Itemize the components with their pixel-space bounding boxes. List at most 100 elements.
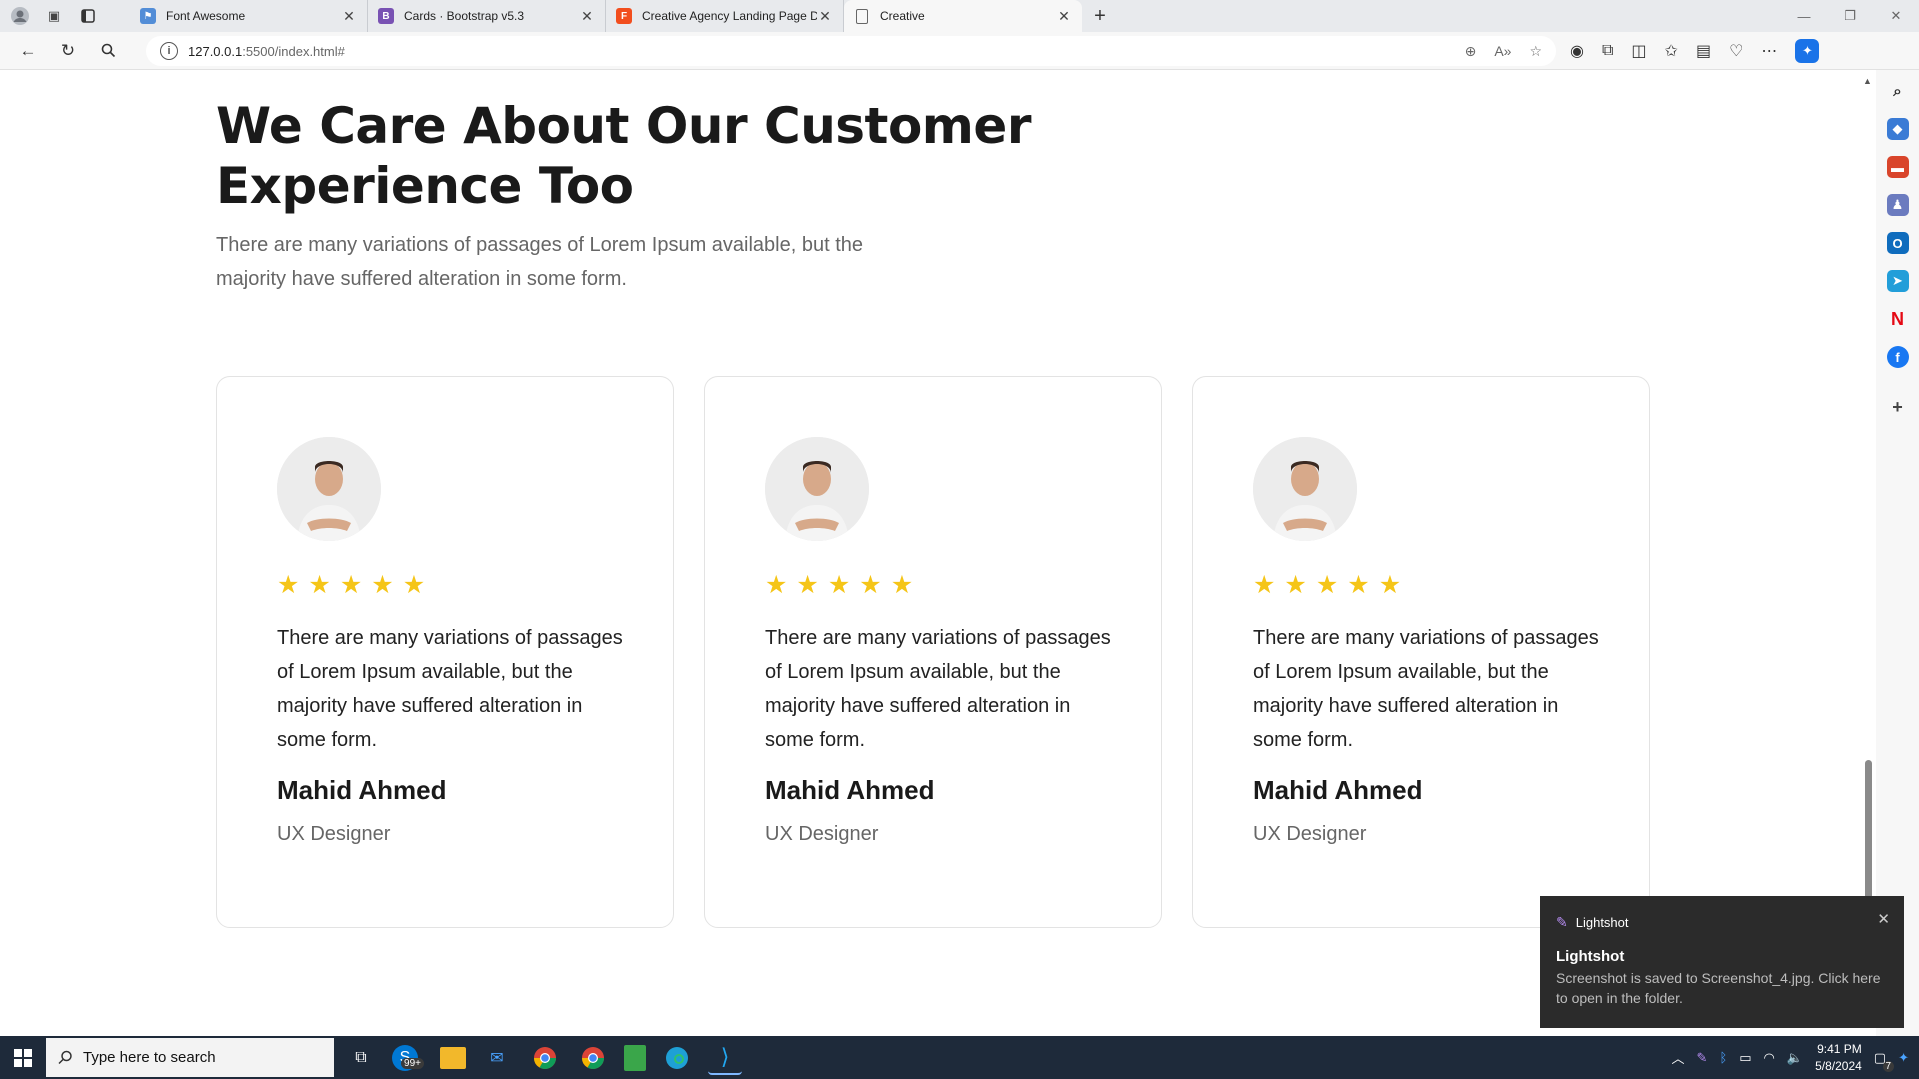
- web-page: We Care About Our Customer Experience To…: [4, 70, 1860, 1036]
- star-icon: ★: [859, 571, 882, 599]
- site-info-icon[interactable]: i: [160, 42, 178, 60]
- windows-start-icon[interactable]: [0, 1036, 46, 1079]
- tools-icon[interactable]: ▬: [1886, 156, 1909, 178]
- tab-strip: ⚑ Font Awesome ✕ B Cards · Bootstrap v5.…: [130, 0, 1118, 32]
- titlebar-left-icons: ▣: [0, 0, 130, 32]
- back-arrow-icon[interactable]: ←: [8, 35, 48, 67]
- profile-icon[interactable]: [10, 6, 30, 26]
- tab-figma-landing[interactable]: F Creative Agency Landing Page D ✕: [606, 0, 844, 32]
- taskbar-apps: ⧉ S 99+ ✉ ⟩: [344, 1041, 742, 1075]
- testimonial-card: ★ ★ ★ ★ ★ There are many variations of passa…: [1192, 376, 1650, 928]
- tab-title: Creative: [880, 9, 925, 23]
- close-icon[interactable]: ✕: [817, 8, 833, 25]
- meet-now-icon[interactable]: ▭: [1739, 1050, 1751, 1066]
- search-icon[interactable]: ⌕: [1887, 80, 1909, 102]
- taskbar-search-input[interactable]: Type here to search: [46, 1038, 334, 1077]
- reviewer-name: Mahid Ahmed: [277, 775, 447, 805]
- outlook-icon[interactable]: O: [1886, 232, 1909, 254]
- reviewer-name: Mahid Ahmed: [765, 775, 935, 805]
- vscode-icon[interactable]: ⟩: [708, 1041, 742, 1075]
- extensions-icon[interactable]: ⧉: [1602, 42, 1613, 60]
- netflix-icon[interactable]: N: [1887, 308, 1909, 330]
- notepad-icon[interactable]: [624, 1044, 646, 1071]
- tab-actions-icon[interactable]: [78, 6, 98, 26]
- chrome-profile-icon[interactable]: [576, 1041, 610, 1075]
- tab-title: Font Awesome: [166, 9, 246, 23]
- close-icon[interactable]: ✕: [341, 8, 357, 25]
- browser-toolbar: ◉ ⧉ ◫ ✩ ▤ ♡ ⋯ ✦: [1570, 32, 1820, 70]
- address-bar-actions: ⊕ A» ☆: [1465, 36, 1542, 66]
- close-icon[interactable]: ✕: [1056, 8, 1072, 25]
- star-icon: ★: [1284, 571, 1307, 599]
- favorite-star-icon[interactable]: ☆: [1529, 43, 1542, 60]
- new-tab-button[interactable]: +: [1082, 0, 1118, 32]
- testimonial-card: ★ ★ ★ ★ ★ There are many variations of passa…: [216, 376, 674, 928]
- browser-essentials-icon[interactable]: ♡: [1729, 41, 1743, 61]
- address-bar[interactable]: i 127.0.0.1:5500/index.html# ⊕ A» ☆: [146, 36, 1556, 66]
- bluetooth-icon[interactable]: ᛒ: [1719, 1050, 1727, 1065]
- reviewer-role: UX Designer: [765, 823, 879, 845]
- favorites-icon[interactable]: ✩: [1665, 41, 1678, 61]
- testimonial-quote: There are many variations of passages of…: [1253, 627, 1599, 751]
- close-window-button[interactable]: ✕: [1873, 0, 1919, 32]
- shopping-tag-icon[interactable]: ◆: [1886, 118, 1909, 140]
- avatar: [1253, 437, 1357, 541]
- window-controls: — ❐ ✕: [1781, 0, 1919, 32]
- games-icon[interactable]: ♟: [1886, 194, 1909, 216]
- add-icon[interactable]: +: [1887, 396, 1909, 418]
- volume-icon[interactable]: 🔈: [1787, 1050, 1803, 1066]
- refresh-icon[interactable]: ↻: [48, 35, 88, 67]
- skype-icon[interactable]: S 99+: [392, 1044, 424, 1071]
- file-explorer-icon[interactable]: [440, 1046, 466, 1069]
- notifications-icon[interactable]: ▢ 7: [1874, 1050, 1895, 1072]
- copilot-taskbar-icon[interactable]: ✦: [1898, 1050, 1909, 1066]
- telegram-icon[interactable]: ➤: [1886, 270, 1909, 292]
- toast-body[interactable]: Screenshot is saved to Screenshot_4.jpg.…: [1556, 968, 1886, 1008]
- tab-font-awesome[interactable]: ⚑ Font Awesome ✕: [130, 0, 368, 32]
- copilot-sync-icon[interactable]: ◉: [1570, 41, 1584, 61]
- tab-creative[interactable]: Creative ✕: [844, 0, 1082, 32]
- close-icon[interactable]: ✕: [579, 8, 595, 25]
- testimonial-quote: There are many variations of passages of…: [277, 627, 623, 751]
- tab-title: Cards · Bootstrap v5.3: [404, 9, 525, 23]
- star-icon: ★: [1378, 571, 1402, 599]
- zoom-icon[interactable]: ⊕: [1465, 43, 1477, 60]
- notification-toast[interactable]: ✎ Lightshot ✕ Lightshot Screenshot is sa…: [1540, 896, 1904, 1028]
- workspaces-icon[interactable]: ▣: [44, 6, 64, 26]
- more-menu-icon[interactable]: ⋯: [1761, 41, 1777, 61]
- chrome-icon[interactable]: [528, 1041, 562, 1075]
- browser-titlebar: ▣ ⚑ Font Awesome ✕ B Cards · Bootstrap v…: [0, 0, 1919, 32]
- star-icon: ★: [796, 571, 819, 599]
- copilot-icon[interactable]: ✦: [1795, 39, 1820, 63]
- tab-bootstrap-cards[interactable]: B Cards · Bootstrap v5.3 ✕: [368, 0, 606, 32]
- star-icon: ★: [1347, 571, 1370, 599]
- url-host: 127.0.0.1: [188, 43, 243, 59]
- page-scrollbar[interactable]: ▲: [1860, 70, 1876, 1036]
- edge-browser-icon[interactable]: [660, 1041, 694, 1075]
- star-icon: ★: [308, 571, 331, 599]
- restore-button[interactable]: ❐: [1827, 0, 1873, 32]
- edge-sidebar: ⌕ ◆ ▬ ♟ O ➤ N f +: [1876, 70, 1919, 1036]
- split-screen-icon[interactable]: ◫: [1631, 41, 1646, 61]
- star-icon: ★: [890, 571, 914, 599]
- system-tray: ︿ ✎ ᛒ ▭ ◠ 🔈 9:41 PM 5/8/2024 ▢ 7 ✦: [1672, 1036, 1919, 1079]
- mail-icon[interactable]: ✉: [480, 1041, 514, 1075]
- facebook-icon[interactable]: f: [1886, 346, 1909, 368]
- testimonial-quote: There are many variations of passages of…: [765, 627, 1111, 751]
- star-rating: ★ ★ ★ ★ ★: [765, 573, 913, 598]
- scroll-up-arrow-icon[interactable]: ▲: [1863, 76, 1872, 86]
- task-view-icon[interactable]: ⧉: [344, 1041, 378, 1075]
- clock[interactable]: 9:41 PM 5/8/2024: [1815, 1041, 1862, 1075]
- lightshot-tray-icon[interactable]: ✎: [1697, 1050, 1708, 1066]
- search-icon: [58, 1050, 72, 1065]
- minimize-button[interactable]: —: [1781, 0, 1827, 32]
- collections-icon[interactable]: ▤: [1696, 41, 1711, 61]
- search-icon[interactable]: [88, 35, 128, 67]
- network-icon[interactable]: ◠: [1764, 1050, 1775, 1066]
- search-placeholder: Type here to search: [83, 1049, 216, 1066]
- star-icon: ★: [339, 571, 363, 599]
- close-icon[interactable]: ✕: [1877, 910, 1890, 928]
- read-aloud-icon[interactable]: A»: [1494, 43, 1511, 59]
- star-icon: ★: [277, 571, 300, 599]
- chevron-up-icon[interactable]: ︿: [1672, 1048, 1685, 1067]
